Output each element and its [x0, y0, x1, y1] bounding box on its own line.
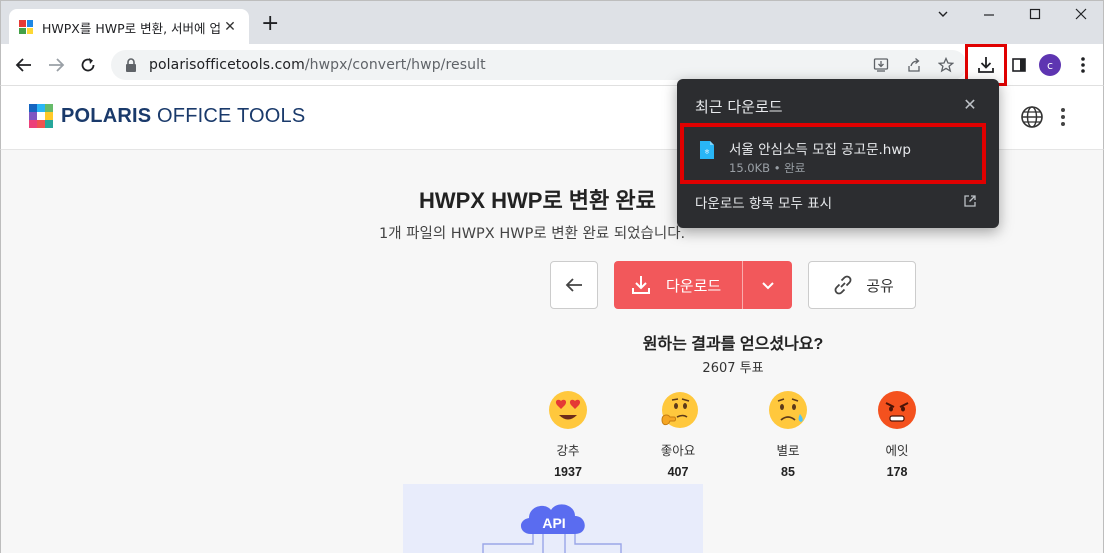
link-icon — [834, 275, 852, 295]
download-file-name: 서울 안심소득 모집 공고문.hwp — [729, 142, 911, 158]
polaris-logo-mark-icon — [29, 104, 53, 128]
reaction-label: 강추 — [556, 443, 580, 458]
forward-nav-button[interactable] — [43, 52, 69, 78]
reaction-count: 178 — [886, 465, 908, 479]
show-all-downloads-link[interactable]: 다운로드 항목 모두 표시 — [695, 192, 832, 212]
reload-button[interactable] — [75, 52, 101, 78]
side-panel-button[interactable] — [1006, 52, 1032, 78]
result-subtitle: 1개 파일의 HWPX HWP로 변환 완료 되었습니다. — [379, 226, 686, 242]
vote-total: 2607 투표 — [702, 361, 764, 376]
download-item[interactable]: ㅎ 서울 안심소득 모집 공고문.hwp 15.0KB • 완료 — [680, 123, 986, 184]
feedback-question: 원하는 결과를 얻으셨나요? — [642, 336, 824, 353]
reload-icon — [81, 58, 95, 72]
tab-strip: HWPX를 HWP로 변환, 서버에 업 ✕ + — [0, 0, 1104, 45]
download-icon — [978, 57, 994, 73]
angry-emoji-icon — [878, 391, 916, 429]
tab-close-icon[interactable]: ✕ — [221, 19, 239, 35]
site-menu-icon[interactable] — [1058, 105, 1068, 129]
reaction-label: 별로 — [776, 443, 800, 458]
reaction-meh[interactable]: 별로 85 — [758, 390, 818, 479]
hwp-file-icon: ㅎ — [700, 141, 714, 159]
maximize-button[interactable] — [1025, 7, 1045, 25]
browser-menu-button[interactable] — [1070, 52, 1096, 78]
language-globe-icon[interactable] — [1020, 105, 1044, 129]
share-label: 공유 — [866, 276, 894, 295]
polaris-logo[interactable]: POLARIS OFFICE TOOLS — [29, 104, 305, 128]
reaction-label: 에잇 — [885, 443, 909, 458]
install-app-icon[interactable] — [871, 55, 891, 75]
address-bar[interactable]: polarisofficetools.com/hwpx/convert/hwp/… — [111, 50, 967, 80]
download-label: 다운로드 — [666, 276, 722, 295]
arrow-right-icon — [49, 58, 65, 72]
reaction-recommend[interactable]: 강추 1937 — [538, 390, 598, 479]
back-nav-button[interactable] — [11, 52, 37, 78]
kebab-menu-icon — [1081, 57, 1085, 73]
minimize-button[interactable] — [979, 7, 999, 25]
download-file-button[interactable]: 다운로드 — [614, 261, 792, 309]
reaction-count: 407 — [667, 465, 689, 479]
close-window-button[interactable] — [1071, 7, 1091, 25]
back-button[interactable] — [550, 261, 598, 309]
download-icon — [632, 276, 650, 294]
chevron-down-icon — [761, 282, 774, 290]
logo-text: POLARIS OFFICE TOOLS — [61, 104, 306, 127]
reaction-angry[interactable]: 에잇 178 — [867, 390, 927, 479]
bookmark-star-icon[interactable] — [936, 55, 956, 75]
share-button[interactable]: 공유 — [808, 261, 916, 309]
arrow-left-icon — [565, 278, 582, 292]
tab-search-chevron-icon[interactable] — [933, 7, 953, 25]
reaction-label: 좋아요 — [660, 443, 696, 458]
profile-avatar[interactable]: c — [1039, 54, 1061, 76]
reaction-like[interactable]: 좋아요 407 — [648, 390, 708, 479]
close-icon[interactable]: ✕ — [961, 95, 979, 114]
share-page-icon[interactable] — [904, 55, 924, 75]
lock-icon — [126, 58, 136, 72]
new-tab-button[interactable]: + — [261, 13, 279, 35]
url-text: polarisofficetools.com/hwpx/convert/hwp/… — [149, 57, 486, 73]
site-favicon-icon — [19, 20, 33, 34]
reaction-count: 85 — [781, 465, 795, 479]
reaction-count: 1937 — [554, 465, 582, 479]
arrow-left-icon — [15, 58, 31, 72]
downloads-popup: 최근 다운로드 ✕ ㅎ 서울 안심소득 모집 공고문.hwp 15.0KB • … — [677, 79, 999, 228]
download-primary-button[interactable]: 다운로드 — [614, 261, 743, 309]
svg-text:ㅎ: ㅎ — [704, 148, 710, 156]
api-cloud-icon: API — [482, 504, 622, 553]
thinking-emoji-icon — [661, 392, 698, 428]
download-options-dropdown[interactable] — [743, 277, 792, 293]
download-file-meta: 15.0KB • 완료 — [729, 161, 806, 175]
sad-emoji-icon — [769, 391, 807, 429]
open-external-icon[interactable] — [963, 194, 977, 208]
api-label: API — [542, 515, 565, 531]
page-title: HWPX HWP로 변환 완료 — [419, 188, 656, 213]
browser-tab[interactable]: HWPX를 HWP로 변환, 서버에 업 ✕ — [9, 9, 249, 45]
tab-title: HWPX를 HWP로 변환, 서버에 업 — [42, 20, 221, 36]
api-illustration: API — [403, 484, 703, 553]
downloads-popup-title: 최근 다운로드 — [695, 98, 783, 116]
heart-eyes-emoji-icon — [549, 391, 587, 429]
side-panel-icon — [1012, 58, 1026, 72]
